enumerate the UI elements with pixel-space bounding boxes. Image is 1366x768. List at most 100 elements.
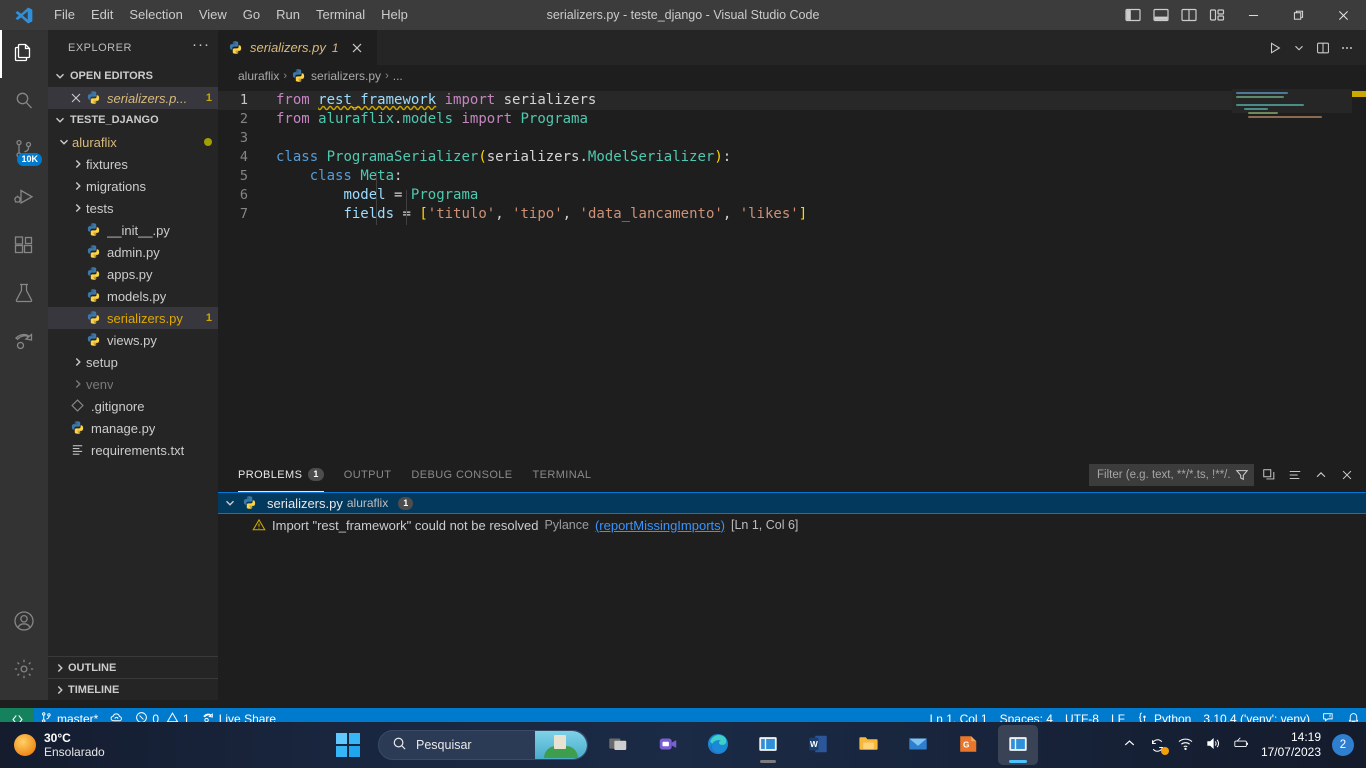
problem-rule-link[interactable]: (reportMissingImports) xyxy=(595,518,725,533)
maximize-panel-icon[interactable] xyxy=(1310,464,1332,486)
toggle-primary-sidebar-icon[interactable] xyxy=(1119,0,1147,30)
warning-marker xyxy=(1352,91,1366,97)
menu-view[interactable]: View xyxy=(191,4,235,26)
split-editor-icon[interactable] xyxy=(1312,34,1334,62)
problem-owner: Pylance xyxy=(544,518,589,532)
tree-item-admin-py[interactable]: admin.py xyxy=(48,241,218,263)
tree-item-requirements-txt[interactable]: requirements.txt xyxy=(48,439,218,461)
tree-item-init-py[interactable]: __init__.py xyxy=(48,219,218,241)
close-icon[interactable] xyxy=(68,90,84,106)
menu-help[interactable]: Help xyxy=(373,4,416,26)
tree-item-gitignore[interactable]: .gitignore xyxy=(48,395,218,417)
code-editor[interactable]: 1 from rest_framework import serializers… xyxy=(218,87,1366,487)
taskbar-file-explorer[interactable] xyxy=(848,725,888,765)
tab-serializers-py[interactable]: serializers.py 1 xyxy=(218,30,378,65)
breadcrumb-folder[interactable]: aluraflix xyxy=(238,69,279,83)
tree-item-venv[interactable]: venv xyxy=(48,373,218,395)
volume-icon[interactable] xyxy=(1205,735,1222,755)
menu-run[interactable]: Run xyxy=(268,4,308,26)
windows-update-icon[interactable] xyxy=(1149,737,1169,755)
section-timeline[interactable]: TIMELINE xyxy=(48,678,218,700)
tab-terminal[interactable]: TERMINAL xyxy=(523,457,602,492)
battery-icon[interactable] xyxy=(1233,735,1250,755)
customize-layout-icon[interactable] xyxy=(1203,0,1231,30)
tab-label: TERMINAL xyxy=(532,468,592,481)
wifi-icon[interactable] xyxy=(1177,735,1194,755)
tab-label: OUTPUT xyxy=(343,468,392,481)
tree-item-models-py[interactable]: models.py xyxy=(48,285,218,307)
show-hidden-icons-icon[interactable] xyxy=(1121,735,1138,755)
tree-item-label: manage.py xyxy=(91,420,156,436)
taskbar-search[interactable]: Pesquisar xyxy=(378,730,588,760)
menu-terminal[interactable]: Terminal xyxy=(308,4,373,26)
filter-input[interactable] xyxy=(1097,468,1231,481)
notification-count-badge[interactable]: 2 xyxy=(1332,734,1354,756)
menu-edit[interactable]: Edit xyxy=(83,4,121,26)
tree-item-aluraflix[interactable]: aluraflix xyxy=(48,131,218,153)
filter-icon[interactable] xyxy=(1235,464,1249,486)
collapse-all-icon[interactable] xyxy=(1258,464,1280,486)
tree-item-tests[interactable]: tests xyxy=(48,197,218,219)
activity-item-search[interactable] xyxy=(0,78,48,126)
tree-item-setup[interactable]: setup xyxy=(48,351,218,373)
tree-item-serializers-py[interactable]: serializers.py 1 xyxy=(48,307,218,329)
code-line: 4 class ProgramaSerializer(serializers.M… xyxy=(218,148,1366,167)
taskbar-clock[interactable]: 14:19 17/07/2023 xyxy=(1261,730,1321,760)
activity-item-accounts[interactable] xyxy=(0,598,48,646)
activity-item-extensions[interactable] xyxy=(0,222,48,270)
activity-item-live-share[interactable] xyxy=(0,318,48,366)
activity-item-explorer[interactable] xyxy=(0,30,48,78)
menu-go[interactable]: Go xyxy=(235,4,268,26)
minimap[interactable] xyxy=(1232,87,1352,487)
close-icon[interactable] xyxy=(349,40,365,56)
editor-area: serializers.py 1 aluraflix › serializers… xyxy=(218,30,1366,700)
taskbar-visual-studio-code[interactable] xyxy=(998,725,1038,765)
taskbar-pdf-app[interactable]: G xyxy=(948,725,988,765)
activity-item-testing[interactable] xyxy=(0,270,48,318)
breadcrumb-symbol[interactable]: ... xyxy=(393,69,403,83)
minimize-icon[interactable] xyxy=(1231,0,1276,30)
taskbar-task-view[interactable] xyxy=(598,725,638,765)
run-chevron-icon[interactable] xyxy=(1288,34,1310,62)
tree-item-fixtures[interactable]: fixtures xyxy=(48,153,218,175)
tab-output[interactable]: OUTPUT xyxy=(334,457,402,492)
restore-icon[interactable] xyxy=(1276,0,1321,30)
toggle-panel-icon[interactable] xyxy=(1147,0,1175,30)
close-panel-icon[interactable] xyxy=(1336,464,1358,486)
taskbar-microsoft-teams[interactable] xyxy=(648,725,688,765)
activity-item-run-and-debug[interactable] xyxy=(0,174,48,222)
sidebar-more-actions-icon[interactable]: ··· xyxy=(192,36,210,59)
tab-debug-console[interactable]: DEBUG CONSOLE xyxy=(401,457,522,492)
problems-filter[interactable] xyxy=(1089,463,1254,486)
section-outline[interactable]: OUTLINE xyxy=(48,656,218,678)
open-editor-item[interactable]: serializers.p... 1 xyxy=(48,87,218,109)
close-icon[interactable] xyxy=(1321,0,1366,30)
problems-file-row[interactable]: serializers.py aluraflix 1 xyxy=(218,492,1366,514)
more-actions-icon[interactable] xyxy=(1336,34,1358,62)
tree-item-apps-py[interactable]: apps.py xyxy=(48,263,218,285)
activity-item-source-control[interactable]: 10K xyxy=(0,126,48,174)
tree-item-views-py[interactable]: views.py xyxy=(48,329,218,351)
taskbar-microsoft-edge[interactable] xyxy=(698,725,738,765)
menu-file[interactable]: File xyxy=(46,4,83,26)
windows-taskbar: 30°C Ensolarado Pesquisar W G 14:19 17/0… xyxy=(0,722,1366,768)
tree-item-migrations[interactable]: migrations xyxy=(48,175,218,197)
taskbar-vscode-window[interactable] xyxy=(748,725,788,765)
run-python-file-icon[interactable] xyxy=(1264,34,1286,62)
breadcrumb-file[interactable]: serializers.py xyxy=(311,69,381,83)
taskbar-mail[interactable] xyxy=(898,725,938,765)
account-icon xyxy=(12,609,36,636)
taskbar-microsoft-word[interactable]: W xyxy=(798,725,838,765)
tab-problems[interactable]: PROBLEMS 1 xyxy=(228,457,334,492)
menu-selection[interactable]: Selection xyxy=(121,4,190,26)
start-button[interactable] xyxy=(328,725,368,765)
section-open-editors[interactable]: OPEN EDITORS xyxy=(48,65,218,87)
section-workspace[interactable]: TESTE_DJANGO xyxy=(48,109,218,131)
problem-item[interactable]: Import "rest_framework" could not be res… xyxy=(218,514,1366,536)
view-as-list-icon[interactable] xyxy=(1284,464,1306,486)
activity-item-manage[interactable] xyxy=(0,646,48,694)
chevron-down-icon[interactable] xyxy=(222,495,238,511)
toggle-secondary-sidebar-icon[interactable] xyxy=(1175,0,1203,30)
code-line: 2 from aluraflix.models import Programa xyxy=(218,110,1366,129)
tree-item-manage-py[interactable]: manage.py xyxy=(48,417,218,439)
